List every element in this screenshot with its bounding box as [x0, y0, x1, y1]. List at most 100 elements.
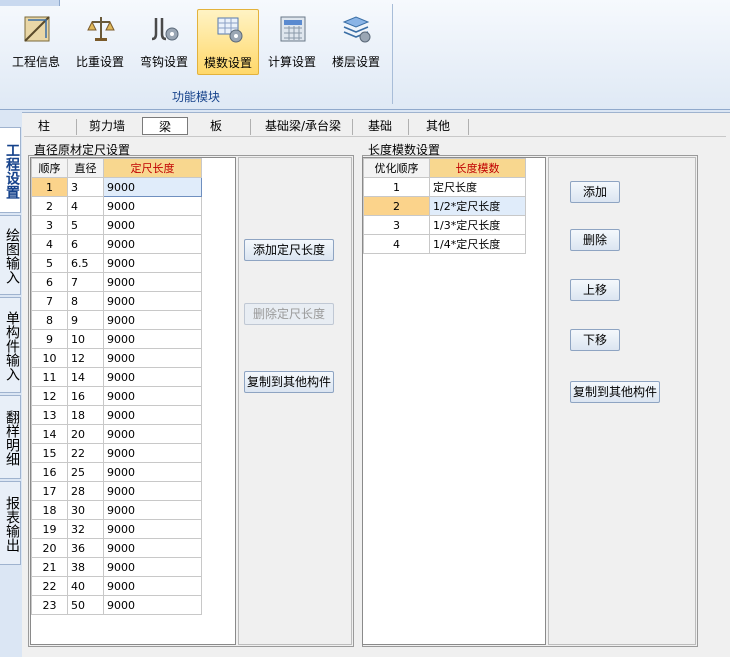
fixed-length-cell[interactable]: 9000	[103, 462, 202, 482]
table-row[interactable]: 1 定尺长度	[363, 177, 526, 197]
length-module-cell[interactable]: 1/4*定尺长度	[429, 234, 526, 254]
tab-shear-wall[interactable]: 剪力墙	[84, 117, 130, 135]
copy-to-other-components-button[interactable]: 复制到其他构件	[570, 381, 660, 403]
tab-column[interactable]: 柱	[32, 117, 56, 135]
table-row[interactable]: 6 7 9000	[31, 272, 202, 292]
column-header-order[interactable]: 顺序	[31, 158, 68, 178]
side-tab-details[interactable]: 翻样明细	[0, 395, 21, 479]
fixed-length-cell[interactable]: 9000	[103, 234, 202, 254]
table-row[interactable]: 20 36 9000	[31, 538, 202, 558]
fixed-length-cell[interactable]: 9000	[103, 500, 202, 520]
copy-to-other-components-button[interactable]: 复制到其他构件	[244, 371, 334, 393]
column-header-optimize-order[interactable]: 优化顺序	[363, 158, 430, 178]
delete-fixed-length-button[interactable]: 删除定尺长度	[244, 303, 334, 325]
side-tab-single-component[interactable]: 单构件输入	[0, 297, 21, 393]
diameter-cell: 22	[67, 443, 104, 463]
table-row[interactable]: 9 10 9000	[31, 329, 202, 349]
tab-beam[interactable]: 梁	[142, 117, 188, 135]
diameter-button-area	[238, 157, 352, 645]
fixed-length-cell[interactable]: 9000	[103, 424, 202, 444]
ribbon-button-module[interactable]: 模数设置	[197, 9, 259, 75]
table-row[interactable]: 10 12 9000	[31, 348, 202, 368]
move-up-button[interactable]: 上移	[570, 279, 620, 301]
add-fixed-length-button[interactable]: 添加定尺长度	[244, 239, 334, 261]
ribbon-button-project-info[interactable]: 工程信息	[5, 9, 67, 75]
fixed-length-cell[interactable]: 9000	[103, 595, 202, 615]
fixed-length-cell[interactable]: 9000	[103, 557, 202, 577]
diameter-cell: 30	[67, 500, 104, 520]
hook-gear-icon	[151, 18, 179, 41]
length-module-cell[interactable]: 1/3*定尺长度	[429, 215, 526, 235]
fixed-length-cell[interactable]: 9000	[103, 367, 202, 387]
fixed-length-cell[interactable]: 9000	[103, 310, 202, 330]
fixed-length-cell[interactable]: 9000	[103, 386, 202, 406]
tab-foundation-beam[interactable]: 基础梁/承台梁	[258, 117, 348, 135]
table-row[interactable]: 16 25 9000	[31, 462, 202, 482]
table-row[interactable]: 1 3 9000	[31, 177, 202, 197]
length-module-cell[interactable]: 1/2*定尺长度	[429, 196, 526, 216]
table-row[interactable]: 3 5 9000	[31, 215, 202, 235]
diameter-table-body: 1 3 9000 2 4 9000 3 5 9000 4 6 9000 5 6.5 9000 6 7 9000 7 8…	[31, 177, 202, 615]
fixed-length-cell[interactable]: 9000	[103, 329, 202, 349]
fixed-length-cell[interactable]: 9000	[103, 538, 202, 558]
table-row[interactable]: 3 1/3*定尺长度	[363, 215, 526, 235]
ribbon-button-hook[interactable]: 弯钩设置	[133, 9, 195, 75]
tab-other[interactable]: 其他	[420, 117, 456, 135]
table-row[interactable]: 17 28 9000	[31, 481, 202, 501]
table-row[interactable]: 11 14 9000	[31, 367, 202, 387]
diameter-grid: 顺序 直径 定尺长度 1 3 9000 2 4 9000 3 5 9000 4 6 9000 5 6.5 9…	[30, 157, 236, 645]
fixed-length-cell[interactable]: 9000	[103, 177, 202, 197]
ribbon-button-calc[interactable]: 计算设置	[261, 9, 323, 75]
ribbon: 工程信息 比重设置 弯钩设置 模数设置 计算设置 楼层设置 功能模块	[0, 0, 730, 110]
table-row[interactable]: 5 6.5 9000	[31, 253, 202, 273]
diameter-cell: 3	[67, 177, 104, 197]
row-order-cell: 19	[31, 519, 68, 539]
table-row[interactable]: 8 9 9000	[31, 310, 202, 330]
table-row[interactable]: 18 30 9000	[31, 500, 202, 520]
side-tab-bar: 工程设置 绘图输入 单构件输入 翻样明细 报表输出	[0, 112, 22, 657]
row-order-cell: 16	[31, 462, 68, 482]
side-tab-drawing-input[interactable]: 绘图输入	[0, 215, 21, 295]
fixed-length-cell[interactable]: 9000	[103, 481, 202, 501]
table-row[interactable]: 4 1/4*定尺长度	[363, 234, 526, 254]
table-row[interactable]: 19 32 9000	[31, 519, 202, 539]
ribbon-button-density[interactable]: 比重设置	[69, 9, 131, 75]
fixed-length-cell[interactable]: 9000	[103, 348, 202, 368]
row-order-cell: 10	[31, 348, 68, 368]
table-row[interactable]: 14 20 9000	[31, 424, 202, 444]
add-button[interactable]: 添加	[570, 181, 620, 203]
table-row[interactable]: 13 18 9000	[31, 405, 202, 425]
tab-foundation[interactable]: 基础	[362, 117, 398, 135]
column-header-length-module[interactable]: 长度模数	[429, 158, 526, 178]
fixed-length-cell[interactable]: 9000	[103, 576, 202, 596]
move-down-button[interactable]: 下移	[570, 329, 620, 351]
fixed-length-cell[interactable]: 9000	[103, 405, 202, 425]
delete-button[interactable]: 删除	[570, 229, 620, 251]
side-tab-report[interactable]: 报表输出	[0, 481, 21, 565]
length-grid: 优化顺序 长度模数 1 定尺长度 2 1/2*定尺长度 3 1/3*定尺长度 4 1/4*定尺…	[362, 157, 546, 645]
ribbon-button-floors[interactable]: 楼层设置	[325, 9, 387, 75]
fixed-length-cell[interactable]: 9000	[103, 196, 202, 216]
table-row[interactable]: 12 16 9000	[31, 386, 202, 406]
diameter-cell: 50	[67, 595, 104, 615]
table-row[interactable]: 22 40 9000	[31, 576, 202, 596]
table-row[interactable]: 21 38 9000	[31, 557, 202, 577]
table-row[interactable]: 23 50 9000	[31, 595, 202, 615]
fixed-length-cell[interactable]: 9000	[103, 519, 202, 539]
length-module-cell[interactable]: 定尺长度	[429, 177, 526, 197]
table-row[interactable]: 4 6 9000	[31, 234, 202, 254]
column-header-fixed-length[interactable]: 定尺长度	[103, 158, 202, 178]
fixed-length-cell[interactable]: 9000	[103, 215, 202, 235]
table-row[interactable]: 2 1/2*定尺长度	[363, 196, 526, 216]
table-row[interactable]: 7 8 9000	[31, 291, 202, 311]
side-tab-project-settings[interactable]: 工程设置	[0, 127, 21, 213]
fixed-length-cell[interactable]: 9000	[103, 253, 202, 273]
fixed-length-cell[interactable]: 9000	[103, 291, 202, 311]
diameter-cell: 10	[67, 329, 104, 349]
fixed-length-cell[interactable]: 9000	[103, 272, 202, 292]
column-header-diameter[interactable]: 直径	[67, 158, 104, 178]
tab-slab[interactable]: 板	[204, 117, 228, 135]
table-row[interactable]: 2 4 9000	[31, 196, 202, 216]
table-row[interactable]: 15 22 9000	[31, 443, 202, 463]
fixed-length-cell[interactable]: 9000	[103, 443, 202, 463]
